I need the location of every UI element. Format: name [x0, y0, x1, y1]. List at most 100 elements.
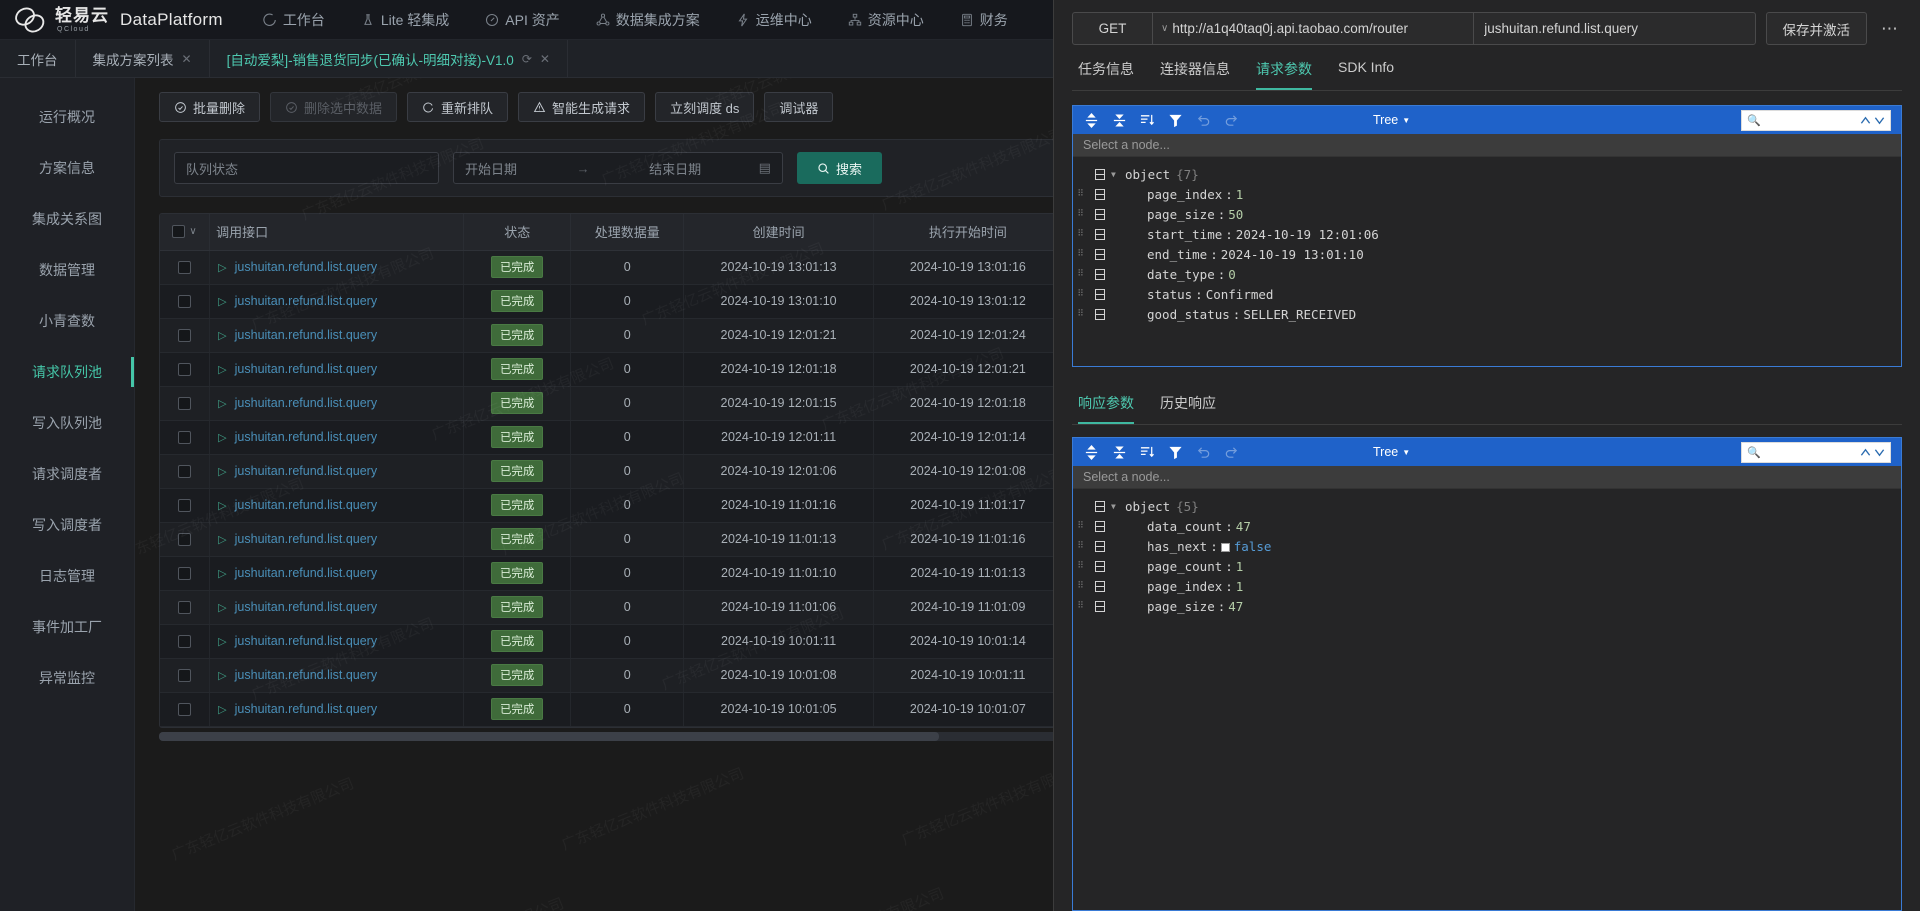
- chevron-down-icon[interactable]: ∨: [189, 226, 196, 237]
- tab-response-params[interactable]: 响应参数: [1078, 393, 1134, 424]
- drag-handle[interactable]: ⠿: [1073, 230, 1089, 239]
- play-icon[interactable]: ▷: [218, 533, 226, 546]
- row-select-cell[interactable]: [160, 420, 211, 455]
- request-editor-mode-select[interactable]: Tree ▼: [1373, 113, 1410, 127]
- table-row[interactable]: ▷ jushuitan.refund.list.query 已完成 0 2024-10-…: [160, 624, 1053, 659]
- play-icon[interactable]: ▷: [218, 261, 226, 274]
- sidebar-item-data-management[interactable]: 数据管理: [0, 249, 134, 291]
- row-checkbox[interactable]: [178, 295, 192, 309]
- smart-generate-request-button[interactable]: 智能生成请求: [518, 92, 646, 122]
- table-row[interactable]: ▷ jushuitan.refund.list.query 已完成 0 2024-10-…: [160, 454, 1053, 489]
- sidebar-item-write-queue-pool[interactable]: 写入队列池: [0, 402, 134, 444]
- table-row[interactable]: ▷ jushuitan.refund.list.query 已完成 0 2024-10-…: [160, 658, 1053, 693]
- table-row[interactable]: ▷ jushuitan.refund.list.query 已完成 0 2024-10-…: [160, 488, 1053, 523]
- nav-item-api-assets[interactable]: API 资产: [467, 0, 577, 40]
- json-field-row[interactable]: ⠿ page_index:1: [1073, 184, 1901, 204]
- json-field-row[interactable]: ⠿ page_index:1: [1073, 576, 1901, 596]
- search-nav-buttons[interactable]: [1860, 447, 1885, 458]
- row-api-name[interactable]: jushuitan.refund.list.query: [235, 430, 377, 444]
- close-icon[interactable]: ✕: [540, 52, 550, 66]
- requeue-button[interactable]: 重新排队: [407, 92, 509, 122]
- request-editor-search-input[interactable]: [1764, 114, 1853, 126]
- request-editor-search[interactable]: 🔍: [1741, 109, 1891, 131]
- response-editor-mode-select[interactable]: Tree ▼: [1373, 445, 1410, 459]
- json-field-row[interactable]: ⠿ page_size:50: [1073, 204, 1901, 224]
- json-field-row[interactable]: ⠿ page_count:1: [1073, 556, 1901, 576]
- sidebar-item-run-overview[interactable]: 运行概况: [0, 96, 134, 138]
- response-selected-node[interactable]: Select a node...: [1073, 466, 1901, 489]
- filter-icon[interactable]: [1167, 444, 1184, 461]
- response-editor-search[interactable]: 🔍: [1741, 441, 1891, 463]
- expand-all-icon[interactable]: [1083, 444, 1100, 461]
- sidebar-item-log-management[interactable]: 日志管理: [0, 555, 134, 597]
- tab-request-params[interactable]: 请求参数: [1256, 59, 1312, 90]
- json-field-row[interactable]: ⠿ has_next: false: [1073, 536, 1901, 556]
- undo-icon[interactable]: [1195, 112, 1212, 129]
- row-select-cell[interactable]: [160, 386, 211, 421]
- row-checkbox[interactable]: [178, 465, 192, 479]
- nav-item-resource-center[interactable]: 资源中心: [830, 0, 942, 40]
- calendar-icon[interactable]: ▤: [759, 160, 771, 176]
- sidebar-item-relation-graph[interactable]: 集成关系图: [0, 198, 134, 240]
- caret-down-icon[interactable]: ▼: [1111, 170, 1125, 179]
- row-checkbox[interactable]: [178, 363, 192, 377]
- row-api-name[interactable]: jushuitan.refund.list.query: [235, 600, 377, 614]
- ellipsis-icon[interactable]: ⋯: [1877, 19, 1902, 39]
- drag-handle[interactable]: ⠿: [1073, 542, 1089, 551]
- row-select-cell[interactable]: [160, 522, 211, 557]
- table-row[interactable]: ▷ jushuitan.refund.list.query 已完成 0 2024-10-…: [160, 284, 1053, 319]
- play-icon[interactable]: ▷: [218, 295, 226, 308]
- row-select-cell[interactable]: [160, 556, 211, 591]
- row-checkbox[interactable]: [178, 601, 192, 615]
- json-field-row[interactable]: ⠿ end_time:2024-10-19 13:01:10: [1073, 244, 1901, 264]
- sidebar-item-exception-monitor[interactable]: 异常监控: [0, 657, 134, 699]
- row-select-cell[interactable]: [160, 624, 211, 659]
- tab-integration-list[interactable]: 集成方案列表 ✕: [76, 40, 210, 77]
- json-root-row[interactable]: ▼ object {5}: [1073, 496, 1901, 516]
- http-method-select[interactable]: GET: [1073, 13, 1153, 44]
- table-row[interactable]: ▷ jushuitan.refund.list.query 已完成 0 2024-10-…: [160, 590, 1053, 625]
- row-api-name[interactable]: jushuitan.refund.list.query: [235, 260, 377, 274]
- play-icon[interactable]: ▷: [218, 703, 226, 716]
- json-field-row[interactable]: ⠿ date_type:0: [1073, 264, 1901, 284]
- row-api-name[interactable]: jushuitan.refund.list.query: [235, 328, 377, 342]
- debugger-button[interactable]: 调试器: [764, 92, 834, 122]
- drag-handle[interactable]: ⠿: [1073, 250, 1089, 259]
- row-checkbox[interactable]: [178, 499, 192, 513]
- response-json-tree[interactable]: ▼ object {5} ⠿ data_count:47 ⠿ has_next: false ⠿…: [1073, 489, 1901, 623]
- horizontal-scrollbar[interactable]: [159, 731, 1053, 741]
- search-button[interactable]: 搜索: [797, 152, 883, 184]
- delete-selected-button[interactable]: 删除选中数据: [270, 92, 398, 122]
- json-field-row[interactable]: ⠿ start_time:2024-10-19 12:01:06: [1073, 224, 1901, 244]
- row-api-name[interactable]: jushuitan.refund.list.query: [235, 396, 377, 410]
- drag-handle[interactable]: ⠿: [1073, 602, 1089, 611]
- row-checkbox[interactable]: [178, 635, 192, 649]
- immediate-schedule-button[interactable]: 立刻调度 ds: [655, 92, 755, 122]
- table-row[interactable]: ▷ jushuitan.refund.list.query 已完成 0 2024-10-…: [160, 352, 1053, 387]
- table-row[interactable]: ▷ jushuitan.refund.list.query 已完成 0 2024-10-…: [160, 420, 1053, 455]
- collapse-all-icon[interactable]: [1111, 444, 1128, 461]
- sidebar-item-xiaoqing-query[interactable]: 小青查数: [0, 300, 134, 342]
- tab-response-history[interactable]: 历史响应: [1160, 393, 1216, 424]
- play-icon[interactable]: ▷: [218, 329, 226, 342]
- sidebar-item-request-queue-pool[interactable]: 请求队列池: [0, 351, 134, 393]
- drag-handle[interactable]: ⠿: [1073, 270, 1089, 279]
- sort-icon[interactable]: [1139, 444, 1156, 461]
- search-prev-icon[interactable]: [1860, 115, 1871, 126]
- drag-handle[interactable]: ⠿: [1073, 522, 1089, 531]
- date-range-picker[interactable]: 开始日期 → 结束日期 ▤: [453, 152, 783, 184]
- redo-icon[interactable]: [1223, 444, 1240, 461]
- row-select-cell[interactable]: [160, 250, 211, 285]
- drag-handle[interactable]: ⠿: [1073, 210, 1089, 219]
- sidebar-item-event-factory[interactable]: 事件加工厂: [0, 606, 134, 648]
- play-icon[interactable]: ▷: [218, 601, 226, 614]
- sidebar-item-write-scheduler[interactable]: 写入调度者: [0, 504, 134, 546]
- play-icon[interactable]: ▷: [218, 431, 226, 444]
- search-next-icon[interactable]: [1874, 115, 1885, 126]
- tab-task-info[interactable]: 任务信息: [1078, 59, 1134, 90]
- nav-item-data-integration[interactable]: 数据集成方案: [578, 0, 718, 40]
- nav-item-lite[interactable]: Lite 轻集成: [343, 0, 467, 40]
- row-checkbox[interactable]: [178, 431, 192, 445]
- response-editor-search-input[interactable]: [1764, 446, 1853, 458]
- scrollbar-thumb[interactable]: [159, 731, 939, 741]
